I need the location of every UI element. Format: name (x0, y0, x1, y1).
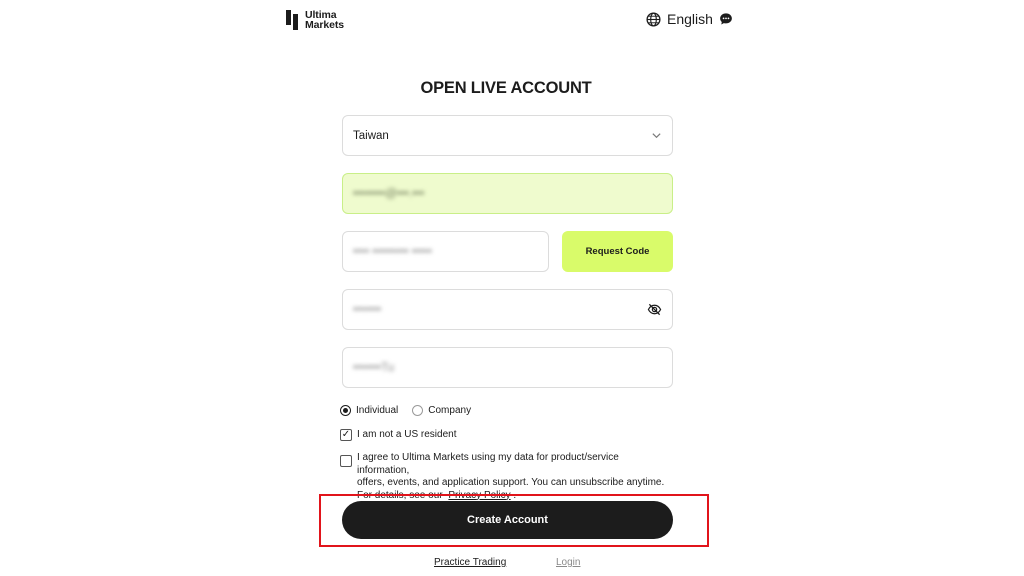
radio-individual-dot[interactable] (340, 405, 351, 416)
logo-line-2: Markets (305, 19, 344, 31)
country-value: Taiwan (353, 129, 389, 142)
us-resident-label: I am not a US resident (357, 429, 457, 440)
country-select[interactable]: Taiwan (342, 115, 673, 156)
page-title: OPEN LIVE ACCOUNT (420, 79, 592, 97)
password-field[interactable]: ••••••• (342, 289, 673, 330)
email-value: ••••••••@•••.••• (353, 187, 425, 200)
create-account-button[interactable]: Create Account (342, 501, 673, 539)
brand-logo[interactable]: Ultima Markets (286, 9, 344, 31)
radio-individual[interactable]: Individual (340, 405, 398, 416)
login-link[interactable]: Login (556, 557, 580, 568)
us-resident-row: ✓ I am not a US resident (340, 429, 457, 442)
request-code-button[interactable]: Request Code (562, 231, 673, 272)
agreement-line-2: offers, events, and application support.… (357, 477, 665, 489)
agreement-line-1: I agree to Ultima Markets using my data … (357, 452, 619, 476)
referral-code-field[interactable]: •••••••Tu (342, 347, 673, 388)
us-resident-checkbox[interactable]: ✓ (340, 429, 352, 442)
chevron-down-icon (652, 133, 661, 139)
language-label[interactable]: English (667, 11, 713, 27)
radio-individual-label: Individual (356, 405, 399, 416)
chat-icon[interactable] (719, 12, 733, 26)
password-value: ••••••• (353, 303, 382, 316)
language-selector[interactable]: English (646, 10, 733, 28)
verification-code-field[interactable]: •••• ••••••••• ••••• (342, 231, 549, 272)
account-type-group: Individual Company (340, 405, 485, 416)
referral-value: •••••••Tu (353, 361, 395, 374)
globe-icon (646, 11, 661, 27)
radio-company-label: Company (428, 405, 472, 416)
logo-text: Ultima Markets (305, 10, 344, 31)
code-value: •••• ••••••••• ••••• (353, 245, 432, 258)
radio-company-dot[interactable] (412, 405, 424, 416)
eye-off-icon[interactable] (647, 302, 662, 317)
logo-mark-icon (286, 10, 300, 30)
practice-trading-link[interactable]: Practice Trading (434, 557, 506, 568)
agreement-checkbox[interactable] (340, 455, 352, 467)
radio-company[interactable]: Company (412, 405, 471, 416)
email-field[interactable]: ••••••••@•••.••• (342, 173, 673, 214)
